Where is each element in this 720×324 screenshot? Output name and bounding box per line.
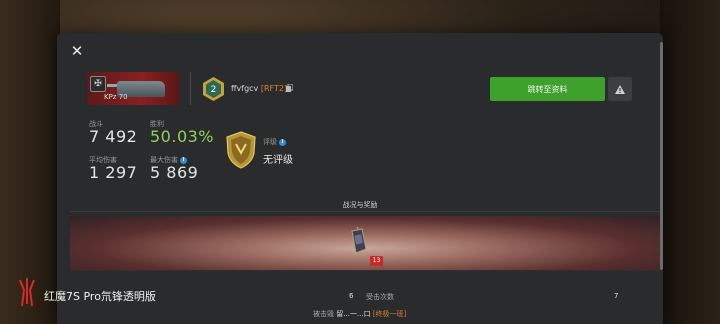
red-magic-logo-icon: [19, 278, 35, 307]
copy-icon[interactable]: [286, 84, 293, 92]
section-divider: [70, 211, 660, 212]
avg-damage-value: 1 297: [89, 163, 138, 182]
killer-clan[interactable]: [终极一班]: [373, 310, 406, 318]
tank-name: KPz 70: [104, 93, 128, 101]
rank-badge-icon: 2: [203, 77, 224, 101]
vehicle-level-badge: 13: [370, 256, 383, 266]
report-button[interactable]: [608, 77, 632, 101]
vehicle-icon: [351, 227, 367, 254]
background-right: [660, 0, 720, 324]
device-watermark: 红魔7S Pro氘锋透明版: [44, 290, 156, 303]
section-title: 战况与奖励: [342, 201, 378, 209]
close-icon[interactable]: ✕: [70, 44, 84, 59]
hits-received-label: 受击次数: [366, 293, 394, 301]
rating-label-text: 评级: [263, 138, 277, 146]
stat-number-right: 7: [614, 292, 619, 300]
banner-divider: [70, 270, 660, 271]
stat-number-left: 6: [349, 292, 354, 300]
rank-number: 2: [211, 85, 217, 95]
win-rate-value: 50.03%: [150, 127, 215, 146]
tank-thumbnail: ✠ KPz 70: [87, 72, 179, 105]
player-nickname: ffvfgcv: [231, 84, 259, 93]
background-left: [0, 0, 60, 324]
killed-by-row: 被击毁 留...一...口 [终极一班]: [313, 309, 406, 319]
battles-value: 7 492: [89, 127, 138, 146]
killed-by-label: 被击毁: [313, 310, 334, 318]
info-icon[interactable]: i: [279, 138, 286, 146]
rating-label: 评级 i: [263, 137, 286, 147]
max-damage-value: 5 869: [150, 163, 199, 182]
scrollbar[interactable]: [660, 42, 663, 270]
clan-tag[interactable]: [RFT2]: [261, 84, 287, 93]
rating-shield-icon: [226, 131, 256, 169]
rating-value: 无评级: [263, 155, 293, 166]
goto-profile-button[interactable]: 跳转至资料: [490, 77, 605, 101]
nation-flag-icon: ✠: [90, 76, 106, 92]
warning-triangle-icon: [615, 84, 625, 94]
header-divider: [190, 72, 191, 105]
killer-name[interactable]: 留...一...口: [336, 310, 370, 318]
player-name: ffvfgcv [RFT2]: [231, 84, 287, 93]
